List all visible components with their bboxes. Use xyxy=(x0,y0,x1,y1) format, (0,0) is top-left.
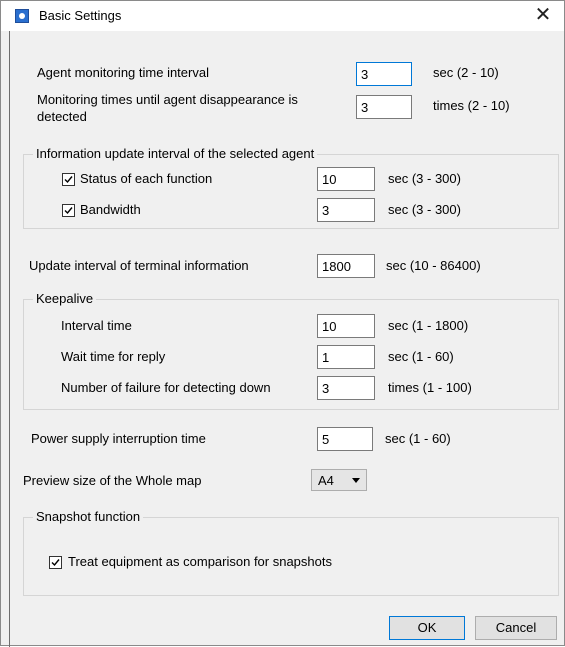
keepalive-wait-unit: sec (1 - 60) xyxy=(388,349,454,364)
snapshot-title: Snapshot function xyxy=(33,509,144,524)
status-checkbox[interactable] xyxy=(62,173,75,186)
info-update-group xyxy=(23,154,559,229)
bandwidth-unit: sec (3 - 300) xyxy=(388,202,461,217)
basic-settings-dialog: Basic Settings ✕ Agent monitoring time i… xyxy=(0,0,565,647)
title-bar: Basic Settings ✕ xyxy=(1,1,564,31)
snapshot-checkbox-label: Treat equipment as comparison for snapsh… xyxy=(68,554,332,569)
ok-button[interactable]: OK xyxy=(389,616,465,640)
checkmark-icon xyxy=(64,207,73,215)
power-label: Power supply interruption time xyxy=(31,431,206,446)
cancel-button[interactable]: Cancel xyxy=(475,616,557,640)
agent-monitoring-input[interactable] xyxy=(356,62,412,86)
app-icon xyxy=(15,9,29,23)
keepalive-failure-label: Number of failure for detecting down xyxy=(61,380,271,395)
status-input[interactable] xyxy=(317,167,375,191)
disappearance-unit: times (2 - 10) xyxy=(433,98,510,113)
close-icon[interactable]: ✕ xyxy=(532,4,554,26)
agent-monitoring-unit: sec (2 - 10) xyxy=(433,65,499,80)
keepalive-interval-unit: sec (1 - 1800) xyxy=(388,318,469,333)
keepalive-wait-label: Wait time for reply xyxy=(61,349,166,364)
bandwidth-label: Bandwidth xyxy=(80,202,141,217)
disappearance-label-line2: detected xyxy=(37,109,87,124)
keepalive-failure-unit: times (1 - 100) xyxy=(388,380,472,395)
preview-size-value: A4 xyxy=(318,473,334,488)
terminal-update-label: Update interval of terminal information xyxy=(29,258,249,273)
terminal-update-input[interactable] xyxy=(317,254,375,278)
status-unit: sec (3 - 300) xyxy=(388,171,461,186)
keepalive-interval-label: Interval time xyxy=(61,318,132,333)
agent-monitoring-label: Agent monitoring time interval xyxy=(37,65,209,80)
keepalive-interval-input[interactable] xyxy=(317,314,375,338)
bandwidth-checkbox[interactable] xyxy=(62,204,75,217)
power-input[interactable] xyxy=(317,427,373,451)
keepalive-failure-input[interactable] xyxy=(317,376,375,400)
checkmark-icon xyxy=(64,176,73,184)
info-update-title: Information update interval of the selec… xyxy=(33,146,318,161)
left-border-line xyxy=(9,31,10,647)
keepalive-title: Keepalive xyxy=(33,291,97,306)
terminal-update-unit: sec (10 - 86400) xyxy=(386,258,481,273)
disappearance-label-line1: Monitoring times until agent disappearan… xyxy=(37,92,298,107)
keepalive-wait-input[interactable] xyxy=(317,345,375,369)
window-title: Basic Settings xyxy=(39,8,122,23)
checkmark-icon xyxy=(51,559,60,567)
status-label: Status of each function xyxy=(80,171,213,186)
preview-size-dropdown[interactable]: A4 xyxy=(311,469,367,491)
disappearance-input[interactable] xyxy=(356,95,412,119)
bandwidth-input[interactable] xyxy=(317,198,375,222)
power-unit: sec (1 - 60) xyxy=(385,431,451,446)
chevron-down-icon xyxy=(352,478,360,483)
snapshot-checkbox[interactable] xyxy=(49,556,62,569)
preview-label: Preview size of the Whole map xyxy=(23,473,202,488)
